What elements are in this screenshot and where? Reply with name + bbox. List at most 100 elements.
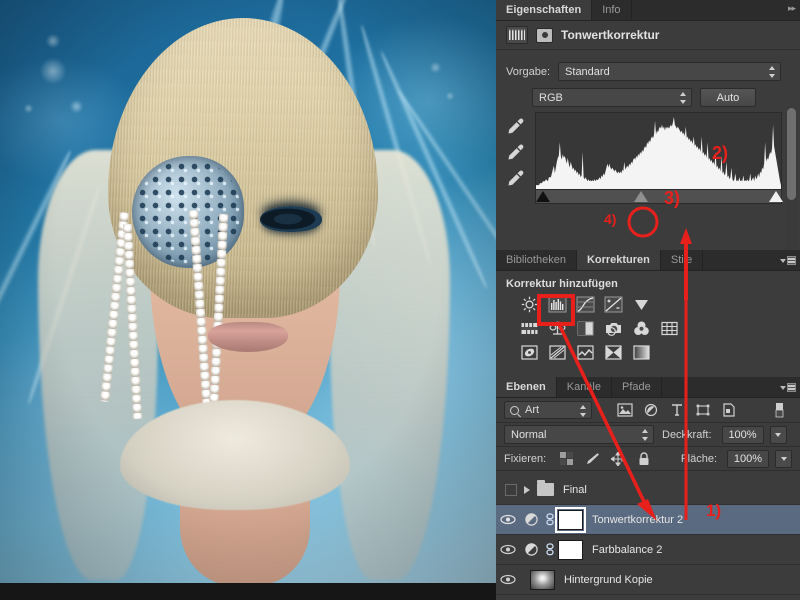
smart-object-filter-icon[interactable] [716,400,742,420]
channel-select[interactable]: RGB [532,88,692,107]
black-white-icon[interactable] [574,319,596,338]
document-canvas[interactable] [0,0,496,600]
posterize-icon[interactable] [546,343,568,362]
layer-thumbnail[interactable] [530,569,555,590]
gray-point-handle[interactable] [634,191,648,202]
table-row[interactable]: Hintergrund Kopie [496,565,800,595]
chevron-right-icon[interactable] [524,485,530,494]
layer-visibility-toggle[interactable] [496,483,520,496]
opacity-field[interactable]: 100% [721,425,764,444]
adjustment-layer-filter-icon[interactable] [638,400,664,420]
spinner-icon [579,405,586,417]
lock-image-pixels-icon[interactable] [582,450,602,468]
filter-kind-select[interactable]: Art [504,401,592,419]
panel-menu-icon[interactable] [780,254,796,267]
photo-filter-icon[interactable] [602,319,624,338]
tab-bibliotheken[interactable]: Bibliotheken [496,250,577,270]
tab-label: Stile [670,254,693,266]
auto-button[interactable]: Auto [700,88,756,107]
opacity-dropdown-icon[interactable] [769,425,787,444]
scrollbar-thumb[interactable] [787,108,796,200]
layer-mask-thumbnail[interactable] [558,539,583,560]
gray-point-eyedropper[interactable] [506,142,526,162]
fill-field[interactable]: 100% [727,449,769,468]
layer-visibility-toggle[interactable] [496,514,520,525]
adjustment-layer-icon [520,542,542,557]
search-icon [510,406,519,415]
layer-visibility-toggle[interactable] [496,544,520,555]
layer-name: Final [563,483,587,496]
document-image[interactable] [0,0,496,583]
filter-kind-value: Art [525,404,540,416]
black-point-handle[interactable] [536,191,550,202]
collapse-dock-icon[interactable]: ▸▸ [788,3,796,14]
adjustments-panel: Bibliotheken Korrekturen Stile Korrektur… [496,250,800,377]
tab-kanaele[interactable]: Kanäle [556,377,612,397]
white-point-handle[interactable] [769,191,783,202]
histogram[interactable] [535,112,782,190]
tab-pfade[interactable]: Pfade [612,377,662,397]
layer-visibility-toggle[interactable] [496,574,520,585]
tab-label: Pfade [622,381,651,393]
link-mask-icon[interactable] [542,543,558,556]
lock-all-icon[interactable] [634,450,654,468]
tab-info[interactable]: Info [592,0,632,20]
table-row[interactable]: Farbbalance 2 [496,535,800,565]
lock-transparent-pixels-icon[interactable] [556,450,576,468]
link-mask-icon[interactable] [542,513,558,526]
channel-value: RGB [539,91,563,104]
layers-tab-bar: Ebenen Kanäle Pfade [496,377,800,398]
image-vignette [0,0,496,583]
white-point-eyedropper[interactable] [506,168,526,188]
panel-dock: Eigenschaften Info ▸▸ Tonwertkorrektur V… [496,0,800,600]
opacity-label: Deckkraft: [662,428,712,441]
tab-korrekturen[interactable]: Korrekturen [576,250,661,270]
blend-mode-select[interactable]: Normal [504,425,654,444]
adjustments-tab-bar: Bibliotheken Korrekturen Stile [496,250,800,271]
properties-header: Tonwertkorrektur [496,21,800,49]
channel-mixer-icon[interactable] [630,319,652,338]
layer-mask-thumbnail[interactable] [555,506,586,533]
panel-menu-icon[interactable] [780,381,796,394]
input-levels-slider[interactable] [535,190,783,204]
threshold-icon[interactable] [574,343,596,362]
table-row[interactable]: Final [496,475,800,505]
channel-row: RGB Auto [532,88,782,107]
vibrance-icon[interactable] [630,295,652,314]
exposure-icon[interactable] [602,295,624,314]
adjustment-icon-row [518,319,800,338]
tab-eigenschaften[interactable]: Eigenschaften [496,0,593,20]
tab-ebenen[interactable]: Ebenen [496,377,557,397]
tab-stile[interactable]: Stile [660,250,704,270]
tab-label: Korrekturen [586,254,650,266]
group-visibility-checkbox[interactable] [505,483,517,496]
invert-icon[interactable] [518,343,540,362]
filter-toggle-icon[interactable] [766,400,792,420]
preset-row: Vorgabe: Standard [506,62,781,81]
spinner-icon [679,92,686,104]
shape-layer-filter-icon[interactable] [690,400,716,420]
levels-icon[interactable] [546,295,568,314]
annotation-marker-2: 2) [712,143,729,163]
color-balance-icon[interactable] [546,319,568,338]
fill-dropdown-icon[interactable] [775,449,792,468]
layer-list: Final Tonwertkorrektur 2 Farbbalance 2 H… [496,475,800,600]
brightness-contrast-icon[interactable] [518,295,540,314]
black-point-eyedropper[interactable] [506,116,526,136]
blend-mode-value: Normal [511,428,547,441]
layer-name: Hintergrund Kopie [564,573,653,586]
gradient-map-icon[interactable] [630,343,652,362]
table-row[interactable]: Tonwertkorrektur 2 [496,505,800,535]
layer-mask-icon[interactable] [536,27,553,43]
color-lookup-icon[interactable] [658,319,680,338]
type-layer-filter-icon[interactable] [664,400,690,420]
lock-position-icon[interactable] [608,450,628,468]
pixel-layer-filter-icon[interactable] [612,400,638,420]
curves-icon[interactable] [574,295,596,314]
selective-color-icon[interactable] [602,343,624,362]
eyedropper-group [506,116,528,194]
spinner-icon [768,66,775,78]
properties-scrollbar[interactable] [786,106,797,266]
hue-saturation-icon[interactable] [518,319,540,338]
preset-select[interactable]: Standard [558,62,781,81]
